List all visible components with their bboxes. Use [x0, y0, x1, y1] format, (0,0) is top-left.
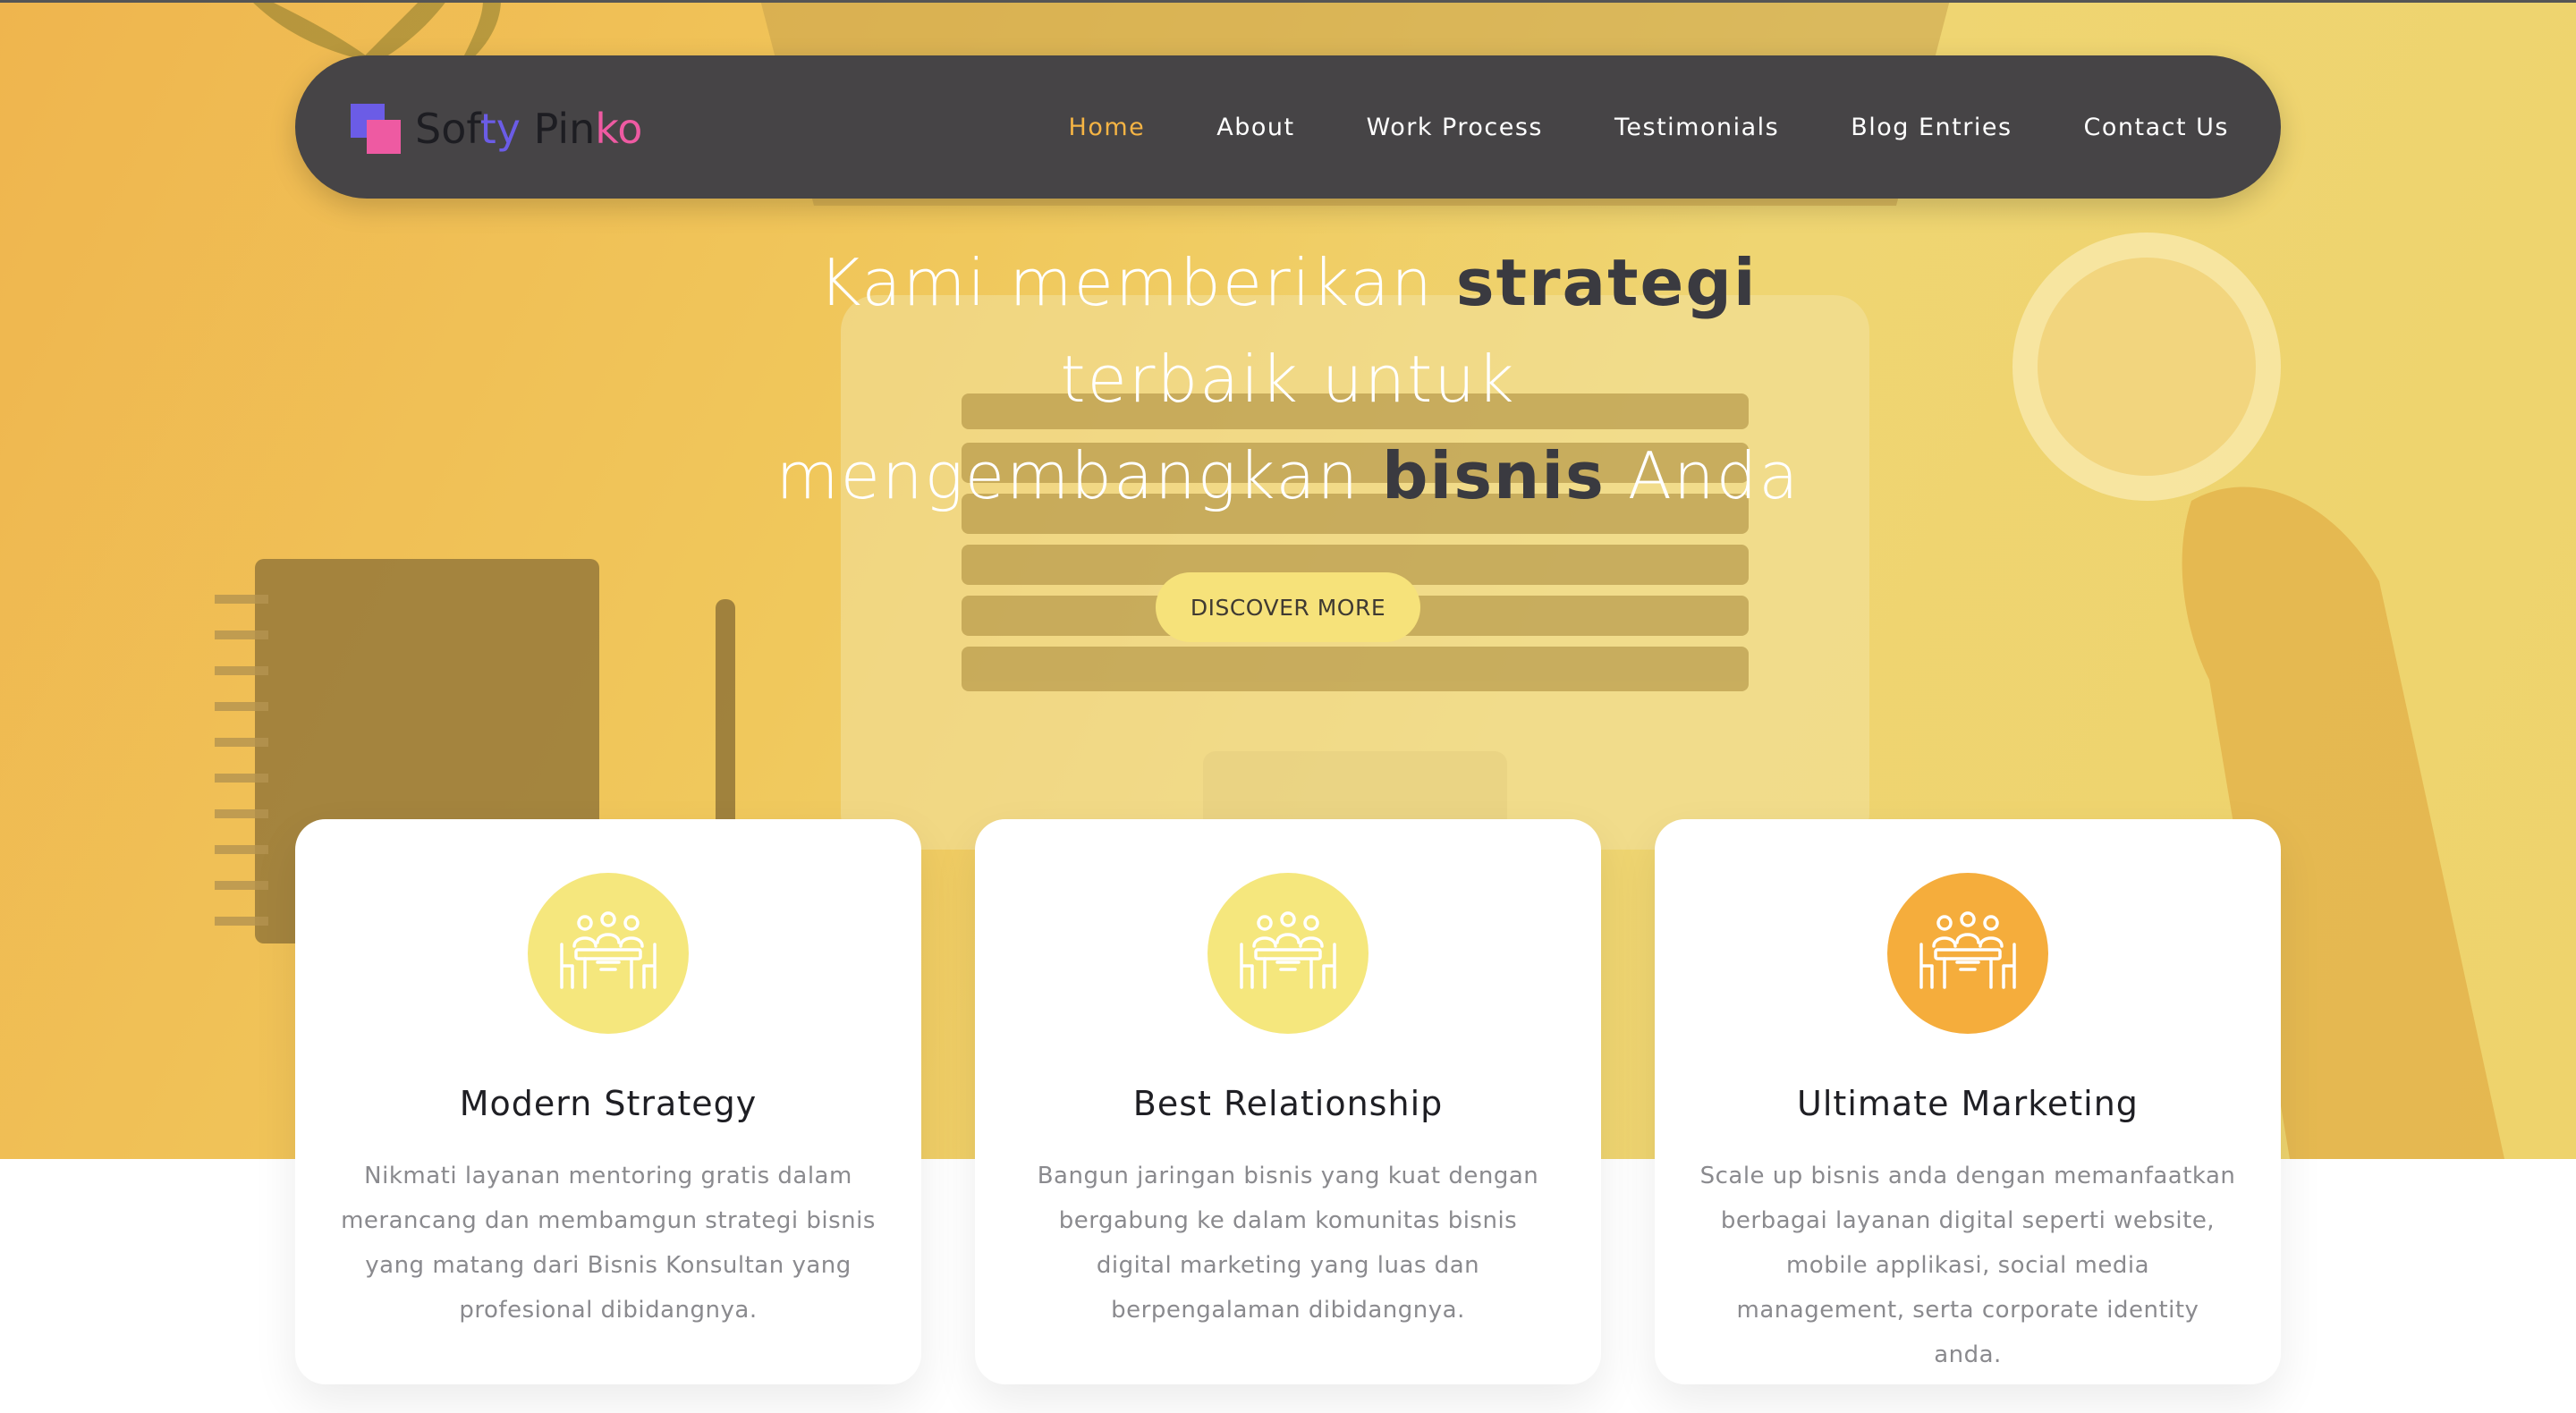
headline-text: mengembangkan — [775, 438, 1382, 513]
meeting-icon — [528, 873, 689, 1034]
discover-more-button[interactable]: DISCOVER MORE — [1156, 572, 1420, 642]
nav-testimonials[interactable]: Testimonials — [1614, 114, 1779, 141]
headline-text: Anda — [1605, 438, 1801, 513]
feature-description: Scale up bisnis anda dengan memanfaatkan… — [1699, 1163, 2236, 1368]
hero-headline: Kami memberikan strategi terbaik untuk m… — [662, 234, 1914, 524]
headline-text: Kami memberikan — [818, 245, 1456, 320]
meeting-icon — [1887, 873, 2048, 1034]
brand-part-2: ty — [479, 105, 521, 153]
logo-icon — [351, 104, 401, 154]
brand-name: Softy Pinko — [415, 105, 642, 153]
main-nav: Home About Work Process Testimonials Blo… — [997, 55, 2229, 199]
headline-line-2: terbaik untuk — [1060, 342, 1516, 417]
brand-part-4: ko — [595, 105, 643, 153]
nav-blog-entries[interactable]: Blog Entries — [1851, 114, 2012, 141]
headline-emphasis: strategi — [1455, 245, 1758, 320]
headline-line-3: mengembangkan bisnis Anda — [662, 427, 1914, 524]
top-border — [0, 0, 2576, 3]
feature-title: Best Relationship — [1132, 1084, 1444, 1123]
feature-title: Modern Strategy — [459, 1084, 758, 1123]
brand-logo[interactable]: Softy Pinko — [351, 102, 642, 156]
brand-part-3: Pin — [521, 105, 596, 153]
nav-work-process[interactable]: Work Process — [1367, 114, 1543, 141]
feature-description: Nikmati layanan mentoring gratis dalam m… — [341, 1163, 876, 1324]
feature-description: Bangun jaringan bisnis yang kuat dengan … — [1037, 1163, 1539, 1324]
nav-about[interactable]: About — [1216, 114, 1294, 141]
headline-emphasis: bisnis — [1381, 438, 1606, 513]
meeting-icon — [1208, 873, 1368, 1034]
brand-part-1: Sof — [415, 105, 480, 153]
navbar: Softy Pinko Home About Work Process Test… — [295, 55, 2281, 199]
feature-title: Ultimate Marketing — [1797, 1084, 2139, 1123]
headline-line-1: Kami memberikan strategi — [662, 234, 1914, 331]
nav-home[interactable]: Home — [1069, 114, 1146, 141]
nav-contact-us[interactable]: Contact Us — [2084, 114, 2229, 141]
